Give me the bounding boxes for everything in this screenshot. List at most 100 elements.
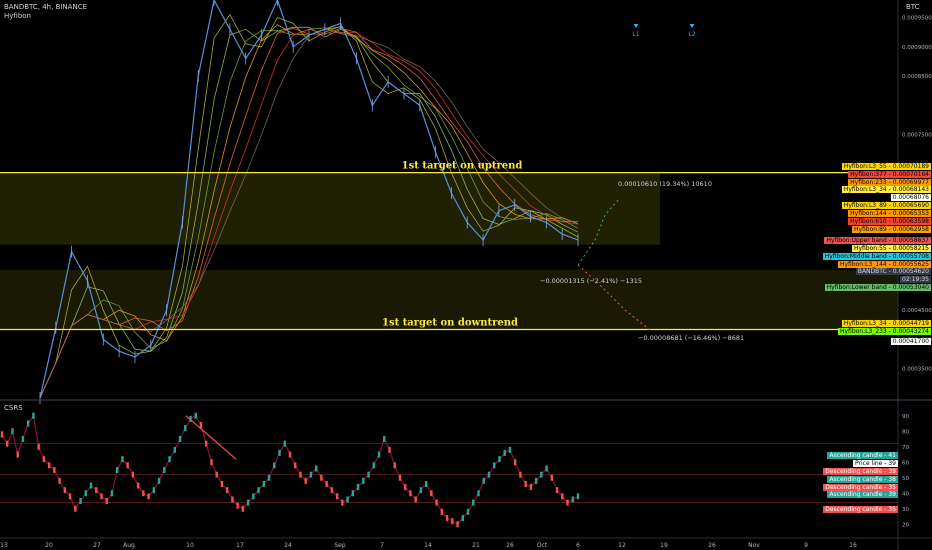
price-tag: Hyfibon:144 - 0.00065353 bbox=[848, 210, 931, 217]
csrs-candle bbox=[534, 477, 538, 484]
csrs-candle bbox=[142, 490, 145, 497]
price-tick-label: 0.00095000 bbox=[902, 16, 932, 22]
price-tag: BANDBTC - 0.00054620 bbox=[855, 268, 931, 275]
csrs-candle bbox=[131, 471, 135, 478]
time-tick-label: 7 bbox=[380, 542, 384, 549]
csrs-candle bbox=[299, 471, 302, 478]
csrs-candle bbox=[409, 490, 412, 497]
osc-tick-label: 90 bbox=[902, 414, 909, 420]
csrs-candle bbox=[32, 412, 35, 419]
csrs-candle bbox=[398, 474, 402, 481]
osc-tag: Descending candle - 35 bbox=[823, 484, 898, 491]
target-level-label: 1st target on downtrend bbox=[382, 318, 518, 329]
csrs-candle bbox=[477, 490, 480, 497]
price-tick-label: 0.00035000 bbox=[902, 367, 932, 373]
time-tick-label: 21 bbox=[472, 542, 480, 549]
csrs-candle bbox=[241, 505, 245, 512]
csrs-candle bbox=[210, 459, 213, 466]
time-tick-label: 12 bbox=[618, 542, 626, 549]
csrs-candle bbox=[550, 474, 554, 481]
csrs-candle bbox=[351, 490, 355, 497]
csrs-candle bbox=[393, 462, 396, 469]
csrs-candle bbox=[461, 515, 464, 522]
csrs-candle bbox=[466, 508, 470, 515]
csrs-candle bbox=[267, 474, 271, 481]
csrs-candle bbox=[283, 440, 286, 447]
price-tag: 0.00068076 bbox=[890, 194, 931, 201]
time-tick-label: 6 bbox=[576, 542, 580, 549]
price-tag: Hyfibon:L3_89 - 0.00065690 bbox=[841, 202, 931, 209]
price-tag: Hyfibon:Upper band - 0.00058837 bbox=[824, 237, 931, 244]
price-tag: Hyfibon:89 - 0.00062958 bbox=[851, 226, 931, 233]
csrs-candle bbox=[335, 493, 339, 500]
time-tick-label: 19 bbox=[660, 542, 668, 549]
csrs-candle bbox=[288, 451, 292, 458]
time-tick-label: 13 bbox=[0, 542, 8, 549]
csrs-candle bbox=[404, 484, 407, 491]
price-tag: Hyfibon:L3_55 - 0.00070189 bbox=[841, 163, 931, 170]
price-tick-label: 0.00085000 bbox=[902, 74, 932, 80]
csrs-candle bbox=[95, 487, 98, 494]
csrs-candle bbox=[53, 467, 56, 473]
osc-tick-label: 60 bbox=[902, 460, 909, 466]
price-tag: 02:19:35 bbox=[900, 276, 931, 283]
osc-tag: Ascending candle - 39 bbox=[827, 491, 898, 498]
csrs-candle bbox=[194, 412, 197, 419]
csrs-candle bbox=[68, 493, 72, 500]
csrs-candle bbox=[110, 490, 114, 497]
price-tag: Hyfibon:L3_233 - 0.00043274 bbox=[837, 328, 931, 335]
csrs-candle bbox=[225, 487, 229, 494]
csrs-candle bbox=[205, 440, 208, 447]
csrs-candle bbox=[493, 462, 496, 469]
csrs-candle bbox=[105, 498, 108, 504]
osc-tag: Price line - 39 bbox=[853, 460, 898, 467]
csrs-candle bbox=[419, 487, 423, 494]
csrs-candle bbox=[26, 420, 30, 427]
trading-chart[interactable]: 1st target on uptrend 1st target on downt… bbox=[0, 0, 932, 550]
csrs-candle bbox=[6, 440, 9, 447]
csrs-candle bbox=[346, 496, 349, 503]
oscillator-title: CSRS bbox=[4, 404, 23, 412]
csrs-candle bbox=[47, 462, 51, 469]
price-tag: Hyfibon:L3_34 - 0.00068143 bbox=[841, 186, 931, 193]
csrs-candle bbox=[21, 436, 25, 442]
csrs-candle bbox=[320, 474, 323, 481]
price-tag: Hyfibon:377 - 0.00070164 bbox=[848, 171, 931, 178]
csrs-candle bbox=[147, 493, 150, 500]
csrs-candle bbox=[42, 456, 46, 463]
csrs-candle bbox=[314, 465, 318, 472]
time-tick-label: 9 bbox=[804, 542, 808, 549]
osc-tick-label: 50 bbox=[902, 476, 909, 482]
level-marker-label: L2 bbox=[688, 31, 695, 38]
time-tick-label: 14 bbox=[424, 542, 432, 549]
price-tag: Hyfibon:L3_144 - 0.00055625 bbox=[837, 261, 931, 268]
csrs-candle bbox=[430, 490, 433, 497]
csrs-candle bbox=[173, 446, 176, 453]
indicator-title: Hyfibon bbox=[4, 12, 31, 20]
csrs-candle bbox=[100, 493, 103, 500]
csrs-candle bbox=[63, 487, 67, 494]
csrs-candle bbox=[513, 459, 517, 466]
osc-tick-label: 20 bbox=[902, 522, 909, 528]
osc-tick-label: 30 bbox=[902, 507, 909, 513]
time-tick-label: Sep bbox=[334, 542, 346, 549]
time-tick-label: 27 bbox=[93, 542, 101, 549]
time-tick-label: 20 bbox=[45, 542, 53, 549]
csrs-candle bbox=[367, 471, 370, 478]
csrs-candle bbox=[157, 477, 161, 484]
csrs-candle bbox=[309, 471, 313, 478]
time-tick-label: 26 bbox=[708, 542, 716, 549]
csrs-candle bbox=[414, 496, 417, 503]
csrs-candle bbox=[273, 462, 276, 469]
csrs-candle bbox=[456, 521, 459, 528]
csrs-candle bbox=[246, 499, 250, 506]
csrs-candle bbox=[524, 480, 527, 487]
csrs-candle bbox=[472, 499, 475, 506]
price-tick-label: 0.00090000 bbox=[902, 45, 932, 51]
csrs-candle bbox=[79, 498, 82, 504]
csrs-candle bbox=[278, 449, 281, 456]
csrs-candle bbox=[178, 436, 182, 442]
csrs-candle bbox=[58, 477, 61, 484]
csrs-candle bbox=[424, 480, 428, 487]
level-marker-label: L1 bbox=[632, 31, 639, 38]
